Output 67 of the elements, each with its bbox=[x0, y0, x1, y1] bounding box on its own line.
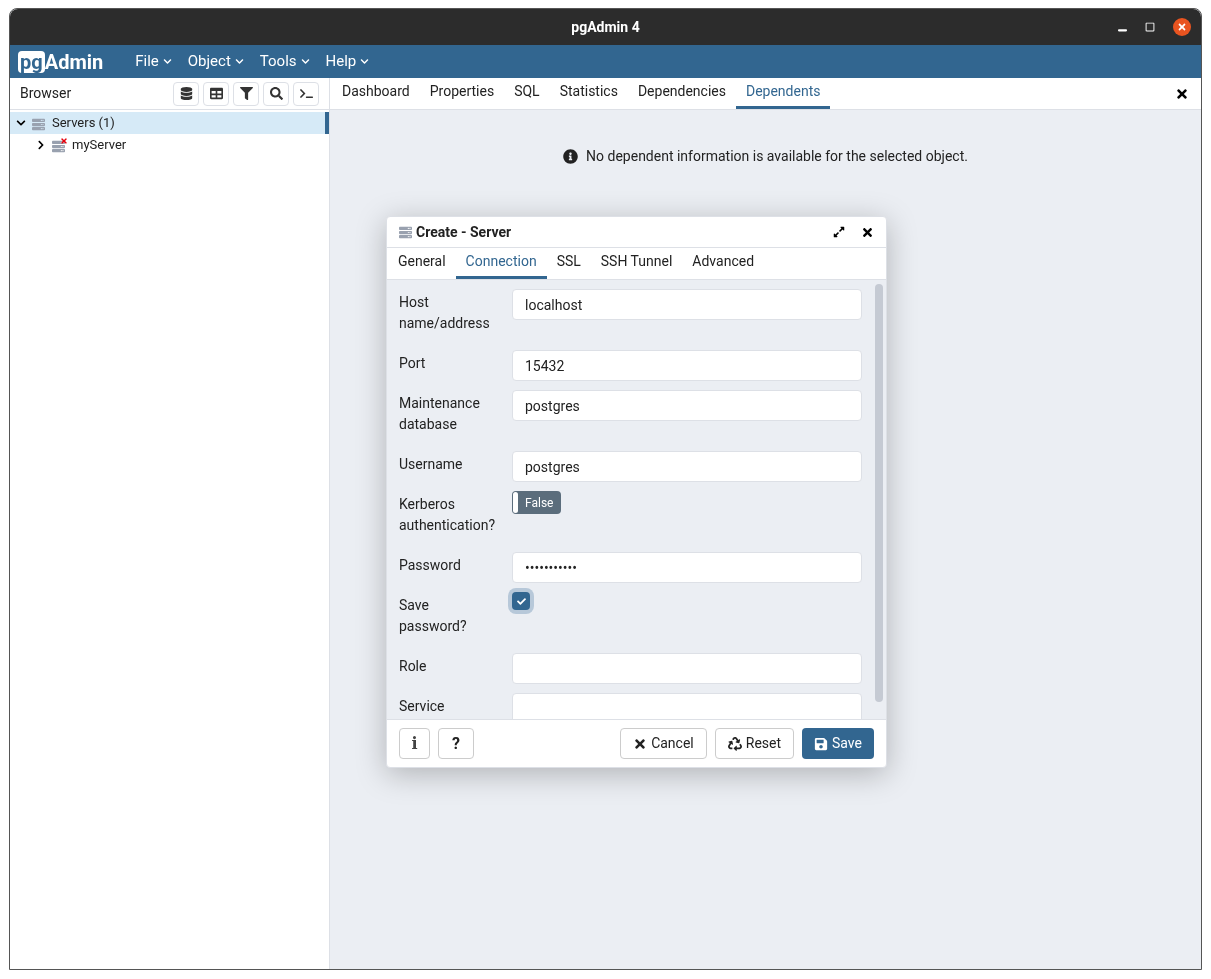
server-icon bbox=[399, 225, 412, 239]
input-field[interactable] bbox=[512, 653, 862, 684]
input-field[interactable]: 15432 bbox=[512, 350, 862, 381]
chevron-down-icon bbox=[162, 57, 172, 66]
field-label: Role bbox=[399, 657, 428, 676]
database-icon[interactable] bbox=[173, 81, 199, 106]
reset-button[interactable]: Reset bbox=[714, 728, 795, 759]
tab[interactable]: SQL bbox=[504, 77, 550, 109]
tab[interactable]: General bbox=[388, 247, 456, 279]
tab[interactable]: SSL bbox=[546, 247, 591, 279]
tab[interactable]: SSH Tunnel bbox=[590, 247, 683, 279]
check-icon bbox=[516, 596, 526, 606]
tree-label: myServer bbox=[72, 136, 127, 155]
info-message: No dependent information is available for the selected object. bbox=[586, 147, 968, 166]
tree-item[interactable]: myServer bbox=[10, 134, 329, 156]
input-field[interactable]: postgres bbox=[512, 390, 862, 421]
recycle-icon bbox=[727, 736, 742, 751]
tab[interactable]: Dashboard bbox=[332, 77, 420, 109]
scrollbar[interactable] bbox=[875, 284, 883, 702]
close-icon[interactable] bbox=[1173, 18, 1191, 36]
close-icon[interactable] bbox=[861, 225, 874, 239]
window-title: pgAdmin 4 bbox=[571, 17, 640, 37]
terminal-icon[interactable] bbox=[293, 81, 319, 106]
field-label: Service bbox=[399, 697, 446, 716]
cancel-button[interactable]: Cancel bbox=[620, 728, 707, 759]
input-field[interactable]: localhost bbox=[512, 289, 862, 320]
tree-label: Servers (1) bbox=[52, 114, 115, 133]
input-field[interactable]: ••••••••••• bbox=[512, 552, 862, 583]
table-icon[interactable] bbox=[203, 81, 229, 106]
menu-item[interactable]: Tools bbox=[259, 50, 310, 73]
field-label: Maintenance database bbox=[399, 394, 481, 434]
chevron-down-icon bbox=[234, 57, 244, 66]
chevron-down-icon[interactable] bbox=[16, 118, 28, 128]
info-button[interactable]: i bbox=[399, 728, 430, 759]
save-button[interactable]: Save bbox=[802, 728, 874, 759]
menu-item[interactable]: File bbox=[135, 50, 172, 73]
field-label: Password bbox=[399, 556, 462, 575]
save-icon bbox=[814, 736, 829, 751]
tab[interactable]: Dependencies bbox=[627, 77, 736, 109]
tab[interactable]: Properties bbox=[419, 77, 505, 109]
tab[interactable]: Statistics bbox=[549, 77, 628, 109]
field-label: Username bbox=[399, 455, 464, 474]
field-label: Host name/address bbox=[399, 293, 491, 333]
close-icon bbox=[633, 736, 648, 751]
menu-item[interactable]: Object bbox=[187, 50, 244, 73]
tab[interactable]: Advanced bbox=[682, 247, 765, 279]
maximize-icon[interactable] bbox=[1145, 22, 1155, 32]
help-button[interactable]: ? bbox=[438, 728, 474, 759]
expand-icon[interactable] bbox=[833, 226, 845, 238]
app-logo: pgAdmin bbox=[18, 50, 104, 73]
filter-icon[interactable] bbox=[233, 81, 259, 106]
search-icon[interactable] bbox=[263, 81, 289, 106]
toggle-switch[interactable]: False bbox=[512, 491, 562, 514]
dialog-title: Create - Server bbox=[416, 222, 513, 242]
input-field[interactable]: postgres bbox=[512, 451, 862, 482]
chevron-down-icon bbox=[300, 57, 310, 66]
chevron-down-icon bbox=[360, 57, 370, 66]
field-label: Kerberos authentication? bbox=[399, 495, 497, 535]
menu-item[interactable]: Help bbox=[325, 50, 370, 73]
panel-title: Browser bbox=[20, 84, 73, 103]
close-icon[interactable] bbox=[1175, 87, 1189, 101]
tab[interactable]: Dependents bbox=[735, 77, 831, 109]
input-field[interactable] bbox=[512, 693, 862, 719]
field-label: Save password? bbox=[399, 596, 468, 636]
info-icon bbox=[563, 149, 579, 164]
tree-item[interactable]: Servers (1) bbox=[10, 112, 329, 134]
field-label: Port bbox=[399, 354, 427, 373]
